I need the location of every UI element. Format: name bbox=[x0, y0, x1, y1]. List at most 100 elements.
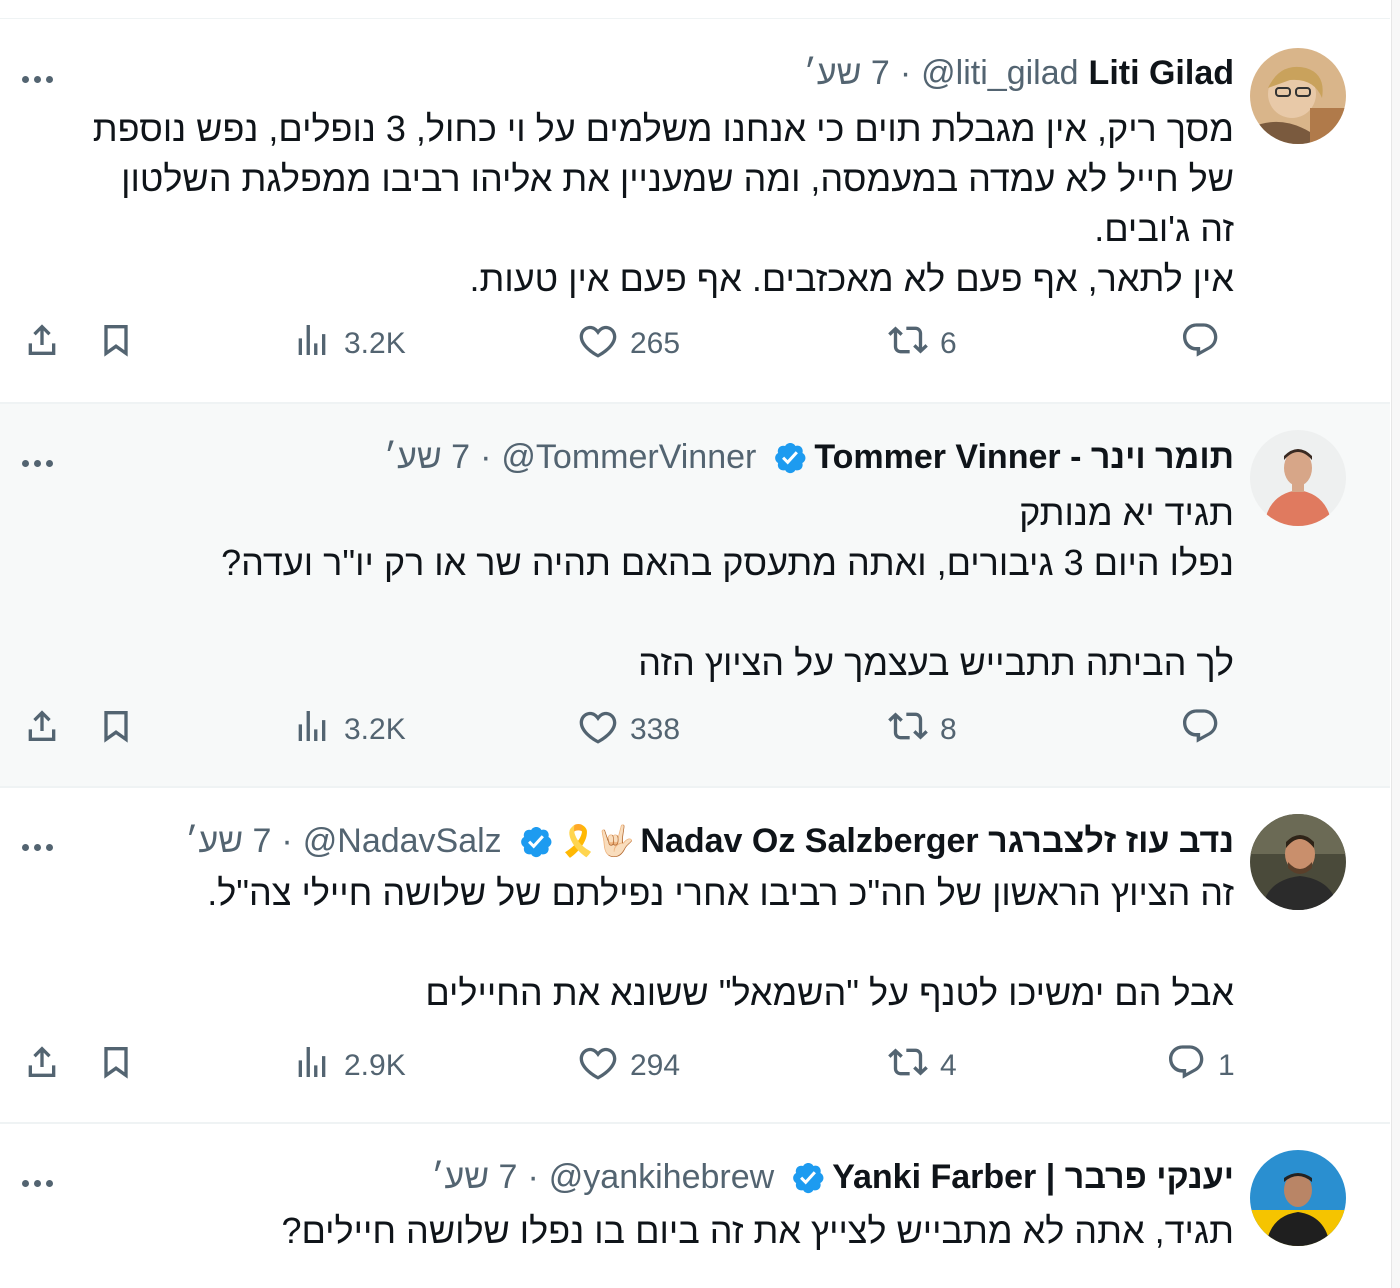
heart-icon bbox=[578, 1042, 618, 1090]
avatar[interactable] bbox=[1250, 1150, 1346, 1246]
author-handle[interactable]: @yankihebrew bbox=[549, 1158, 774, 1197]
tweet-header: יענקי פרבר | Yanki Farber @yankihebrew ·… bbox=[431, 1158, 1234, 1197]
retweet-icon bbox=[888, 706, 928, 754]
share-icon bbox=[22, 320, 62, 368]
tweet-text-line: לך הביתה תתבייש בעצמך על הציוץ הזה bbox=[638, 642, 1234, 683]
retweets-count: 4 bbox=[940, 1049, 957, 1082]
top-divider bbox=[0, 18, 1390, 19]
share-button[interactable] bbox=[22, 706, 62, 754]
views-count: 3.2K bbox=[344, 327, 406, 360]
like-button[interactable]: 265 bbox=[578, 320, 680, 368]
bookmark-button[interactable] bbox=[96, 1042, 136, 1090]
share-button[interactable] bbox=[22, 320, 62, 368]
tweet-text-line: מסך ריק, אין מגבלת תוים כי אנחנו משלמים … bbox=[92, 108, 1234, 149]
like-button[interactable]: 338 bbox=[578, 706, 680, 754]
views-button[interactable]: 3.2K bbox=[292, 706, 406, 754]
separator-dot: · bbox=[899, 54, 912, 92]
author-name[interactable]: יענקי פרבר | Yanki Farber bbox=[832, 1158, 1234, 1197]
reply-icon bbox=[1180, 706, 1220, 754]
verified-badge-icon bbox=[772, 440, 808, 476]
author-name[interactable]: Liti Gilad bbox=[1089, 54, 1234, 93]
timestamp[interactable]: 7 שע׳ bbox=[431, 1158, 517, 1197]
views-icon bbox=[292, 706, 332, 754]
retweet-button[interactable]: 4 bbox=[888, 1042, 957, 1090]
retweets-count: 8 bbox=[940, 713, 957, 746]
tweet-header: Liti Gilad @liti_gilad · 7 שע׳ bbox=[804, 54, 1234, 93]
tweet-text-line: תגיד יא מנותק bbox=[1019, 492, 1234, 533]
retweet-icon bbox=[888, 320, 928, 368]
more-options-icon[interactable] bbox=[22, 70, 62, 83]
separator-dot: · bbox=[281, 822, 293, 860]
tweet[interactable]: יענקי פרבר | Yanki Farber @yankihebrew ·… bbox=[0, 1124, 1390, 1288]
likes-count: 265 bbox=[630, 327, 681, 360]
tweet[interactable]: תומר וינר - Tommer Vinner @TommerVinner … bbox=[0, 404, 1390, 788]
tweet-text: מסך ריק, אין מגבלת תוים כי אנחנו משלמים … bbox=[14, 104, 1234, 304]
bookmark-icon bbox=[96, 1042, 136, 1090]
views-icon bbox=[292, 320, 332, 368]
views-count: 3.2K bbox=[344, 713, 406, 746]
share-icon bbox=[22, 706, 62, 754]
tweet-text-line bbox=[14, 918, 1234, 968]
avatar[interactable] bbox=[1250, 48, 1346, 144]
likes-count: 338 bbox=[630, 713, 681, 746]
retweet-button[interactable]: 8 bbox=[888, 706, 957, 754]
views-button[interactable]: 2.9K bbox=[292, 1042, 406, 1090]
timestamp[interactable]: 7 שע׳ bbox=[185, 822, 271, 861]
author-name[interactable]: תומר וינר - Tommer Vinner bbox=[814, 438, 1234, 477]
replies-count: 1 bbox=[1218, 1049, 1235, 1082]
bookmark-icon bbox=[96, 320, 136, 368]
share-icon bbox=[22, 1042, 62, 1090]
tweet-text-line bbox=[14, 588, 1234, 638]
bookmark-button[interactable] bbox=[96, 320, 136, 368]
retweet-button[interactable]: 6 bbox=[888, 320, 957, 368]
avatar[interactable] bbox=[1250, 430, 1346, 526]
action-bar: 2.9K 294 4 1 bbox=[0, 1042, 1390, 1102]
author-handle[interactable]: @NadavSalz bbox=[303, 822, 502, 861]
views-count: 2.9K bbox=[344, 1049, 406, 1082]
verified-badge-icon bbox=[790, 1160, 826, 1196]
tweet-text: זה הציוץ הראשון של חה"כ רביבו אחרי נפילת… bbox=[14, 868, 1234, 1018]
reply-icon bbox=[1180, 320, 1220, 368]
reply-button[interactable]: 1 bbox=[1166, 1042, 1235, 1090]
avatar[interactable] bbox=[1250, 814, 1346, 910]
retweet-icon bbox=[888, 1042, 928, 1090]
tweet-text-line: נפלו היום 3 גיבורים, ואתה מתעסק בהאם תהי… bbox=[221, 542, 1234, 583]
scrollbar[interactable] bbox=[1391, 0, 1400, 1288]
separator-dot: · bbox=[527, 1158, 539, 1196]
views-button[interactable]: 3.2K bbox=[292, 320, 406, 368]
tweet-text-line: זה ג'ובים. bbox=[1094, 208, 1234, 249]
reply-icon bbox=[1166, 1042, 1206, 1090]
bookmark-button[interactable] bbox=[96, 706, 136, 754]
timestamp[interactable]: 7 שע׳ bbox=[384, 438, 470, 477]
likes-count: 294 bbox=[630, 1049, 681, 1082]
verified-badge-icon bbox=[518, 824, 554, 860]
retweets-count: 6 bbox=[940, 327, 957, 360]
tweet[interactable]: נדב עוז זלצברגר Nadav Oz Salzberger 🎗️🤟🏻… bbox=[0, 788, 1390, 1124]
author-handle[interactable]: @liti_gilad bbox=[921, 54, 1078, 93]
ribbon-rock-emoji: 🎗️🤟🏻 bbox=[559, 825, 635, 858]
tweet-text-line: של חייל לא עמדה במעמסה, ומה שמעניין את א… bbox=[121, 158, 1234, 199]
more-options-icon[interactable] bbox=[22, 454, 62, 467]
timestamp[interactable]: 7 שע׳ bbox=[804, 54, 890, 93]
tweet[interactable]: Liti Gilad @liti_gilad · 7 שע׳ מסך ריק, … bbox=[0, 20, 1390, 404]
tweet-header: נדב עוז זלצברגר Nadav Oz Salzberger 🎗️🤟🏻… bbox=[185, 822, 1234, 861]
tweet-text-line: תגיד, אתה לא מתבייש לצייץ את זה ביום בו … bbox=[281, 1210, 1234, 1251]
author-handle[interactable]: @TommerVinner bbox=[501, 438, 756, 477]
bookmark-icon bbox=[96, 706, 136, 754]
reply-button[interactable] bbox=[1180, 320, 1232, 368]
views-icon bbox=[292, 1042, 332, 1090]
heart-icon bbox=[578, 320, 618, 368]
author-name[interactable]: נדב עוז זלצברגר Nadav Oz Salzberger bbox=[640, 822, 1234, 861]
tweet-header: תומר וינר - Tommer Vinner @TommerVinner … bbox=[384, 438, 1234, 477]
action-bar: 3.2K 338 8 bbox=[0, 706, 1390, 766]
heart-icon bbox=[578, 706, 618, 754]
tweet-text: תגיד, אתה לא מתבייש לצייץ את זה ביום בו … bbox=[14, 1206, 1234, 1256]
more-options-icon[interactable] bbox=[22, 838, 62, 851]
tweet-text-line: אין לתאר, אף פעם לא מאכזבים. אף פעם אין … bbox=[469, 258, 1234, 299]
share-button[interactable] bbox=[22, 1042, 62, 1090]
reply-button[interactable] bbox=[1180, 706, 1232, 754]
tweet-text-line: אבל הם ימשיכו לטנף על "השמאל" ששונא את ה… bbox=[425, 972, 1234, 1013]
like-button[interactable]: 294 bbox=[578, 1042, 680, 1090]
action-bar: 3.2K 265 6 bbox=[0, 320, 1390, 380]
more-options-icon[interactable] bbox=[22, 1174, 62, 1187]
